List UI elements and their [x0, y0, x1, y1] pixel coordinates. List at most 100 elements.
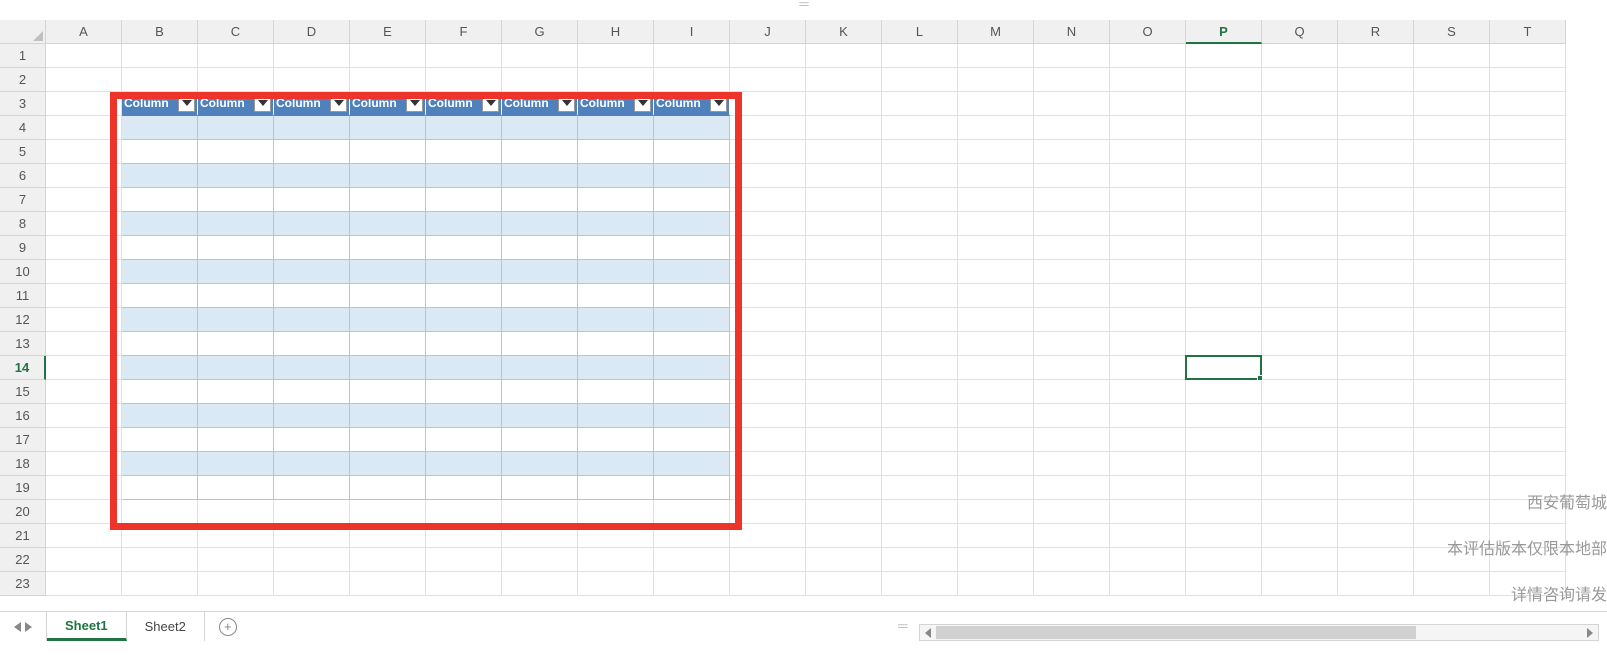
cell[interactable]: [46, 68, 122, 92]
cell[interactable]: [882, 140, 958, 164]
cell[interactable]: [1262, 356, 1338, 380]
table-cell[interactable]: [654, 188, 730, 212]
table-cell[interactable]: [502, 164, 578, 188]
cell[interactable]: [1110, 140, 1186, 164]
cell[interactable]: [806, 548, 882, 572]
cell[interactable]: [958, 116, 1034, 140]
table-cell[interactable]: [502, 380, 578, 404]
cell[interactable]: [122, 68, 198, 92]
cell[interactable]: [1262, 164, 1338, 188]
table-cell[interactable]: [502, 476, 578, 500]
table-cell[interactable]: [350, 428, 426, 452]
cell[interactable]: [1262, 404, 1338, 428]
table-cell[interactable]: [274, 140, 350, 164]
cell[interactable]: [806, 572, 882, 596]
cell[interactable]: [1262, 452, 1338, 476]
table-header-cell[interactable]: Column: [502, 92, 578, 116]
cell[interactable]: [578, 572, 654, 596]
cell[interactable]: [1034, 164, 1110, 188]
table-cell[interactable]: [122, 428, 198, 452]
cell[interactable]: [1186, 548, 1262, 572]
table-cell[interactable]: [654, 164, 730, 188]
cell[interactable]: [1186, 404, 1262, 428]
cell[interactable]: [958, 212, 1034, 236]
table-cell[interactable]: [122, 308, 198, 332]
cell[interactable]: [1490, 356, 1566, 380]
cell[interactable]: [1338, 236, 1414, 260]
row-header-6[interactable]: 6: [0, 164, 46, 188]
table-cell[interactable]: [350, 332, 426, 356]
col-header-F[interactable]: F: [426, 20, 502, 44]
cell[interactable]: [730, 44, 806, 68]
table-cell[interactable]: [274, 356, 350, 380]
cell[interactable]: [958, 44, 1034, 68]
row-header-11[interactable]: 11: [0, 284, 46, 308]
cell[interactable]: [578, 44, 654, 68]
table-cell[interactable]: [274, 260, 350, 284]
cell[interactable]: [1262, 500, 1338, 524]
row-header-1[interactable]: 1: [0, 44, 46, 68]
cell[interactable]: [1110, 260, 1186, 284]
cell[interactable]: [1110, 500, 1186, 524]
cell[interactable]: [958, 284, 1034, 308]
table-cell[interactable]: [426, 404, 502, 428]
cell[interactable]: [882, 380, 958, 404]
cell[interactable]: [46, 548, 122, 572]
table-cell[interactable]: [502, 236, 578, 260]
table-cell[interactable]: [274, 404, 350, 428]
table-cell[interactable]: [654, 452, 730, 476]
cell[interactable]: [46, 188, 122, 212]
table-cell[interactable]: [654, 140, 730, 164]
cell[interactable]: [1338, 524, 1414, 548]
cell[interactable]: [1490, 332, 1566, 356]
cell[interactable]: [1262, 116, 1338, 140]
cell[interactable]: [882, 428, 958, 452]
cell[interactable]: [1034, 236, 1110, 260]
cell[interactable]: [882, 260, 958, 284]
cell[interactable]: [426, 68, 502, 92]
cell[interactable]: [1110, 164, 1186, 188]
cell[interactable]: [1338, 284, 1414, 308]
cell[interactable]: [806, 428, 882, 452]
cell[interactable]: [1490, 284, 1566, 308]
table-cell[interactable]: [578, 116, 654, 140]
table-header-cell[interactable]: Column: [578, 92, 654, 116]
cell[interactable]: [882, 164, 958, 188]
table-cell[interactable]: [198, 452, 274, 476]
table-cell[interactable]: [122, 260, 198, 284]
row-header-22[interactable]: 22: [0, 548, 46, 572]
cell[interactable]: [882, 188, 958, 212]
cell[interactable]: [730, 356, 806, 380]
table-cell[interactable]: [198, 428, 274, 452]
cell[interactable]: [1414, 140, 1490, 164]
col-header-S[interactable]: S: [1414, 20, 1490, 44]
cell[interactable]: [1186, 476, 1262, 500]
row-header-19[interactable]: 19: [0, 476, 46, 500]
cell[interactable]: [46, 476, 122, 500]
cell[interactable]: [1034, 452, 1110, 476]
filter-dropdown-button[interactable]: [330, 95, 347, 112]
cell[interactable]: [578, 524, 654, 548]
table-cell[interactable]: [122, 380, 198, 404]
cell[interactable]: [1414, 212, 1490, 236]
cell[interactable]: [1490, 116, 1566, 140]
cell[interactable]: [1490, 140, 1566, 164]
cell[interactable]: [274, 524, 350, 548]
cell[interactable]: [654, 572, 730, 596]
cell[interactable]: [654, 524, 730, 548]
cell[interactable]: [1262, 68, 1338, 92]
table-cell[interactable]: [578, 188, 654, 212]
cell[interactable]: [1262, 476, 1338, 500]
table-cell[interactable]: [198, 308, 274, 332]
table-cell[interactable]: [502, 428, 578, 452]
table-cell[interactable]: [578, 404, 654, 428]
cell[interactable]: [198, 500, 274, 524]
table-cell[interactable]: [426, 164, 502, 188]
cell[interactable]: [730, 188, 806, 212]
cell[interactable]: [1262, 44, 1338, 68]
cell[interactable]: [806, 404, 882, 428]
col-header-Q[interactable]: Q: [1262, 20, 1338, 44]
cell[interactable]: [1338, 116, 1414, 140]
cell[interactable]: [1490, 68, 1566, 92]
cell[interactable]: [806, 236, 882, 260]
